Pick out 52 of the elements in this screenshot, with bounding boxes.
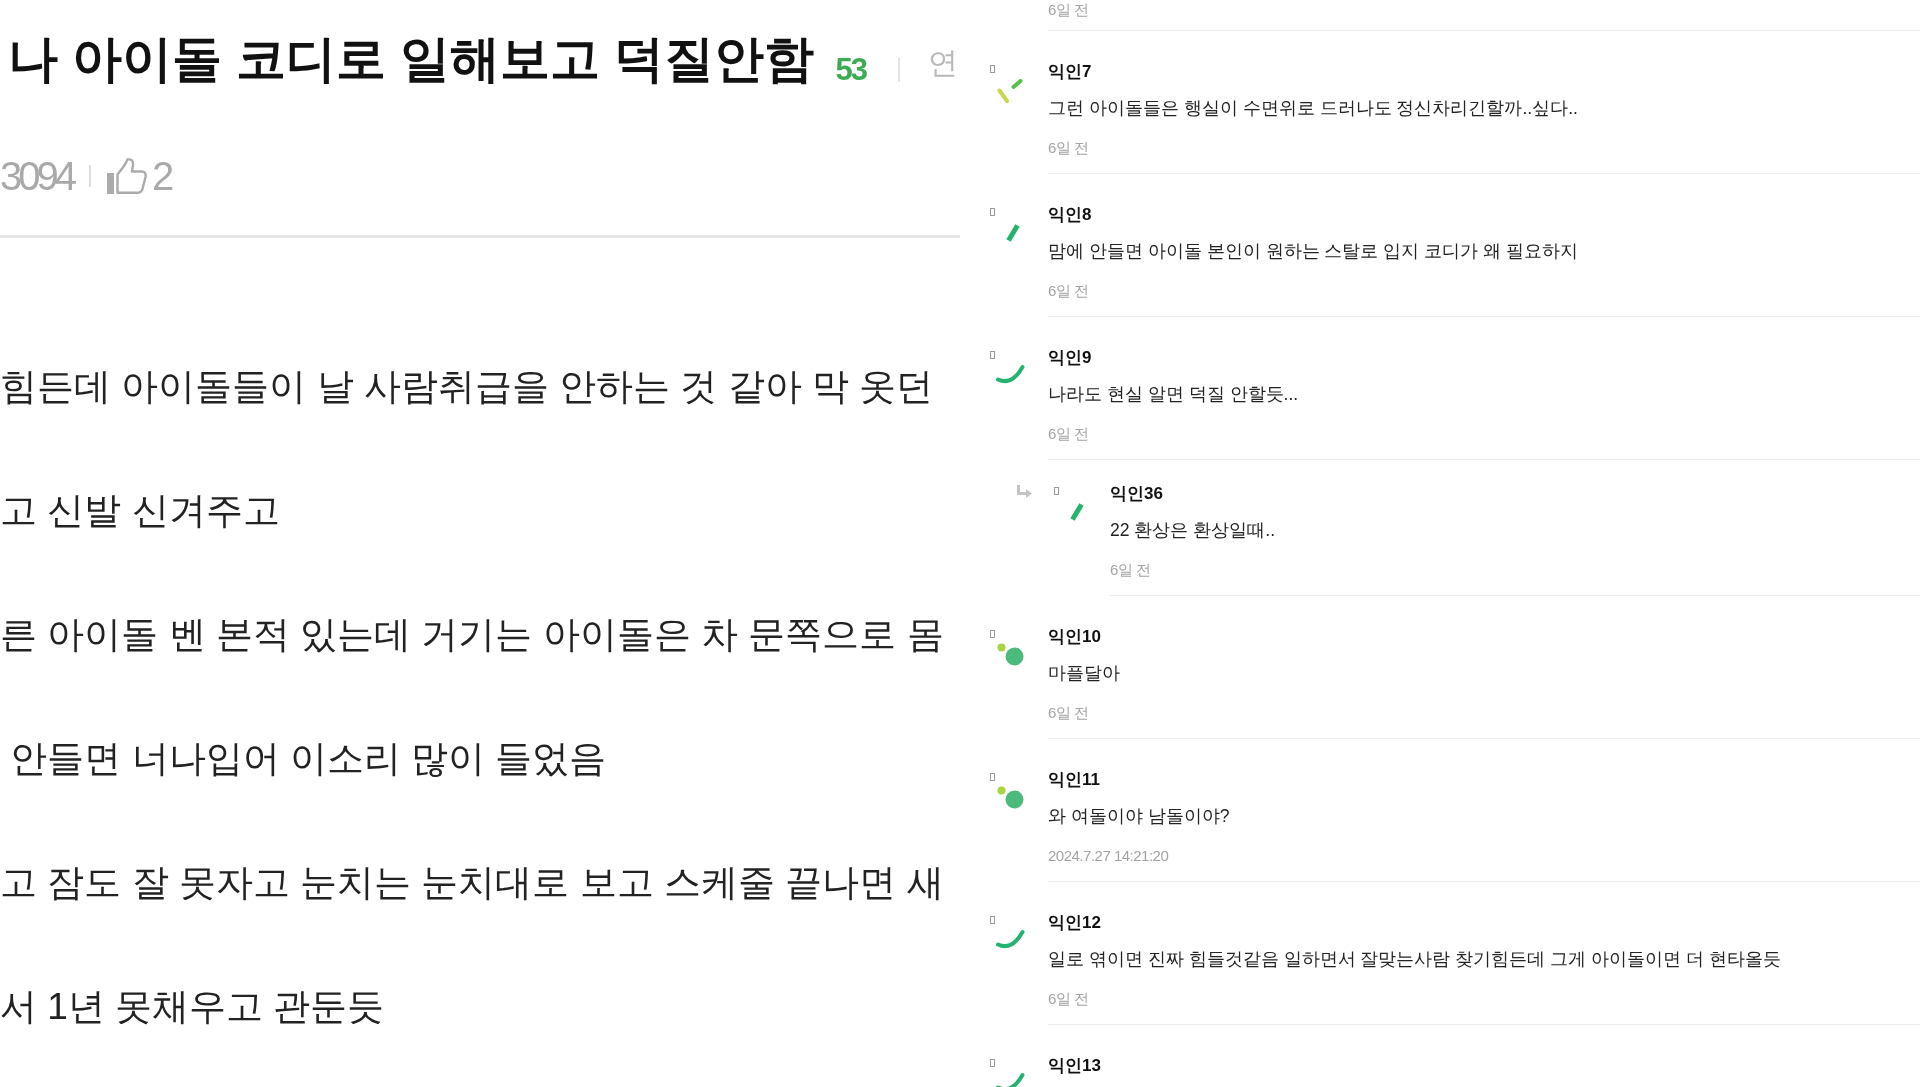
avatar-arc-icon <box>996 929 1025 950</box>
comment-time: 6일 전 <box>1048 281 1090 301</box>
post-body-line: 힘든데 아이돌들이 날 사람취급을 안하는 것 같아 막 옷던 <box>0 365 935 409</box>
comment-time: 6일 전 <box>1048 989 1090 1009</box>
post-body-line: 안들면 너나입어 이소리 많이 들었음 <box>9 737 608 781</box>
post-body-line: 고 신발 신겨주고 <box>0 489 281 533</box>
rectangle-icon <box>990 1059 995 1067</box>
commenter-name: 익인12 <box>1048 913 1102 933</box>
commenter-name: 익인8 <box>1048 205 1093 225</box>
avatar-dots-icon <box>997 643 1024 666</box>
comment-text: 와 여돌이야 남돌이야? <box>1048 805 1231 828</box>
rectangle-icon <box>990 65 995 73</box>
comment-time: 6일 전 <box>1048 138 1090 158</box>
comment-count: 53 <box>835 52 867 88</box>
thumbs-up-icon[interactable] <box>107 158 147 194</box>
post-body-line: 고 잠도 잘 못자고 눈치는 눈치대로 보고 스케줄 끝나면 새 <box>0 861 945 905</box>
comment-time: 6일 전 <box>1048 0 1090 20</box>
comment-text: 22 환상은 환상일때.. <box>1110 519 1277 542</box>
rectangle-icon <box>990 630 995 638</box>
rectangle-icon <box>990 773 995 781</box>
like-count: 2 <box>152 153 171 200</box>
avatar-arc-icon <box>996 364 1025 385</box>
commenter-name: 익인36 <box>1110 484 1164 504</box>
view-count: 3094 <box>0 153 73 200</box>
avatar-slash-icon <box>1005 223 1021 243</box>
comment-time: 2024.7.27 14:21:20 <box>1048 846 1170 866</box>
comment-time: 6일 전 <box>1048 424 1090 444</box>
comment-text: 일로 엮이면 진짜 힘들것같음 일하면서 잘맞는사람 찾기힘든데 그게 아이돌이면 더 현타올듯 <box>1048 948 1782 971</box>
avatar-arc-icon <box>996 1072 1025 1087</box>
rectangle-icon <box>1054 487 1059 495</box>
commenter-name: 익인10 <box>1048 627 1102 647</box>
rectangle-icon <box>990 208 995 216</box>
rectangle-icon <box>990 351 995 359</box>
commenter-name: 익인13 <box>1048 1056 1102 1076</box>
post-body-line: 른 아이돌 벤 본적 있는데 거기는 아이돌은 차 문쪽으로 몸 <box>0 613 945 657</box>
avatar-slash-icon <box>1069 502 1085 522</box>
avatar-dashes-icon <box>997 79 1023 103</box>
rectangle-icon <box>990 916 995 924</box>
commenter-name: 익인11 <box>1048 770 1101 790</box>
comment-time: 6일 전 <box>1110 560 1152 580</box>
comment-text: 맘에 안들면 아이돌 본인이 원하는 스탈로 입지 코디가 왜 필요하지 <box>1048 240 1579 263</box>
post-title: 나 아이돌 코디로 일해보고 덕질안함 <box>8 30 814 89</box>
comment-text: 나라도 현실 알면 덕질 안할듯... <box>1048 383 1300 406</box>
category-label[interactable]: 연 <box>928 42 959 84</box>
comment-time: 6일 전 <box>1048 703 1090 723</box>
comment-text: 그런 아이돌들은 행실이 수면위로 드러나도 정신차리긴할까..싶다.. <box>1048 97 1579 120</box>
commenter-name: 익인9 <box>1048 348 1093 368</box>
commenter-name: 익인7 <box>1048 62 1093 82</box>
avatar-dots-icon <box>997 786 1024 809</box>
post-body-line: 서 1년 못채우고 관둔듯 <box>0 985 386 1029</box>
reply-arrow-icon <box>1017 485 1032 498</box>
comment-text: 마플달아 <box>1048 662 1121 685</box>
